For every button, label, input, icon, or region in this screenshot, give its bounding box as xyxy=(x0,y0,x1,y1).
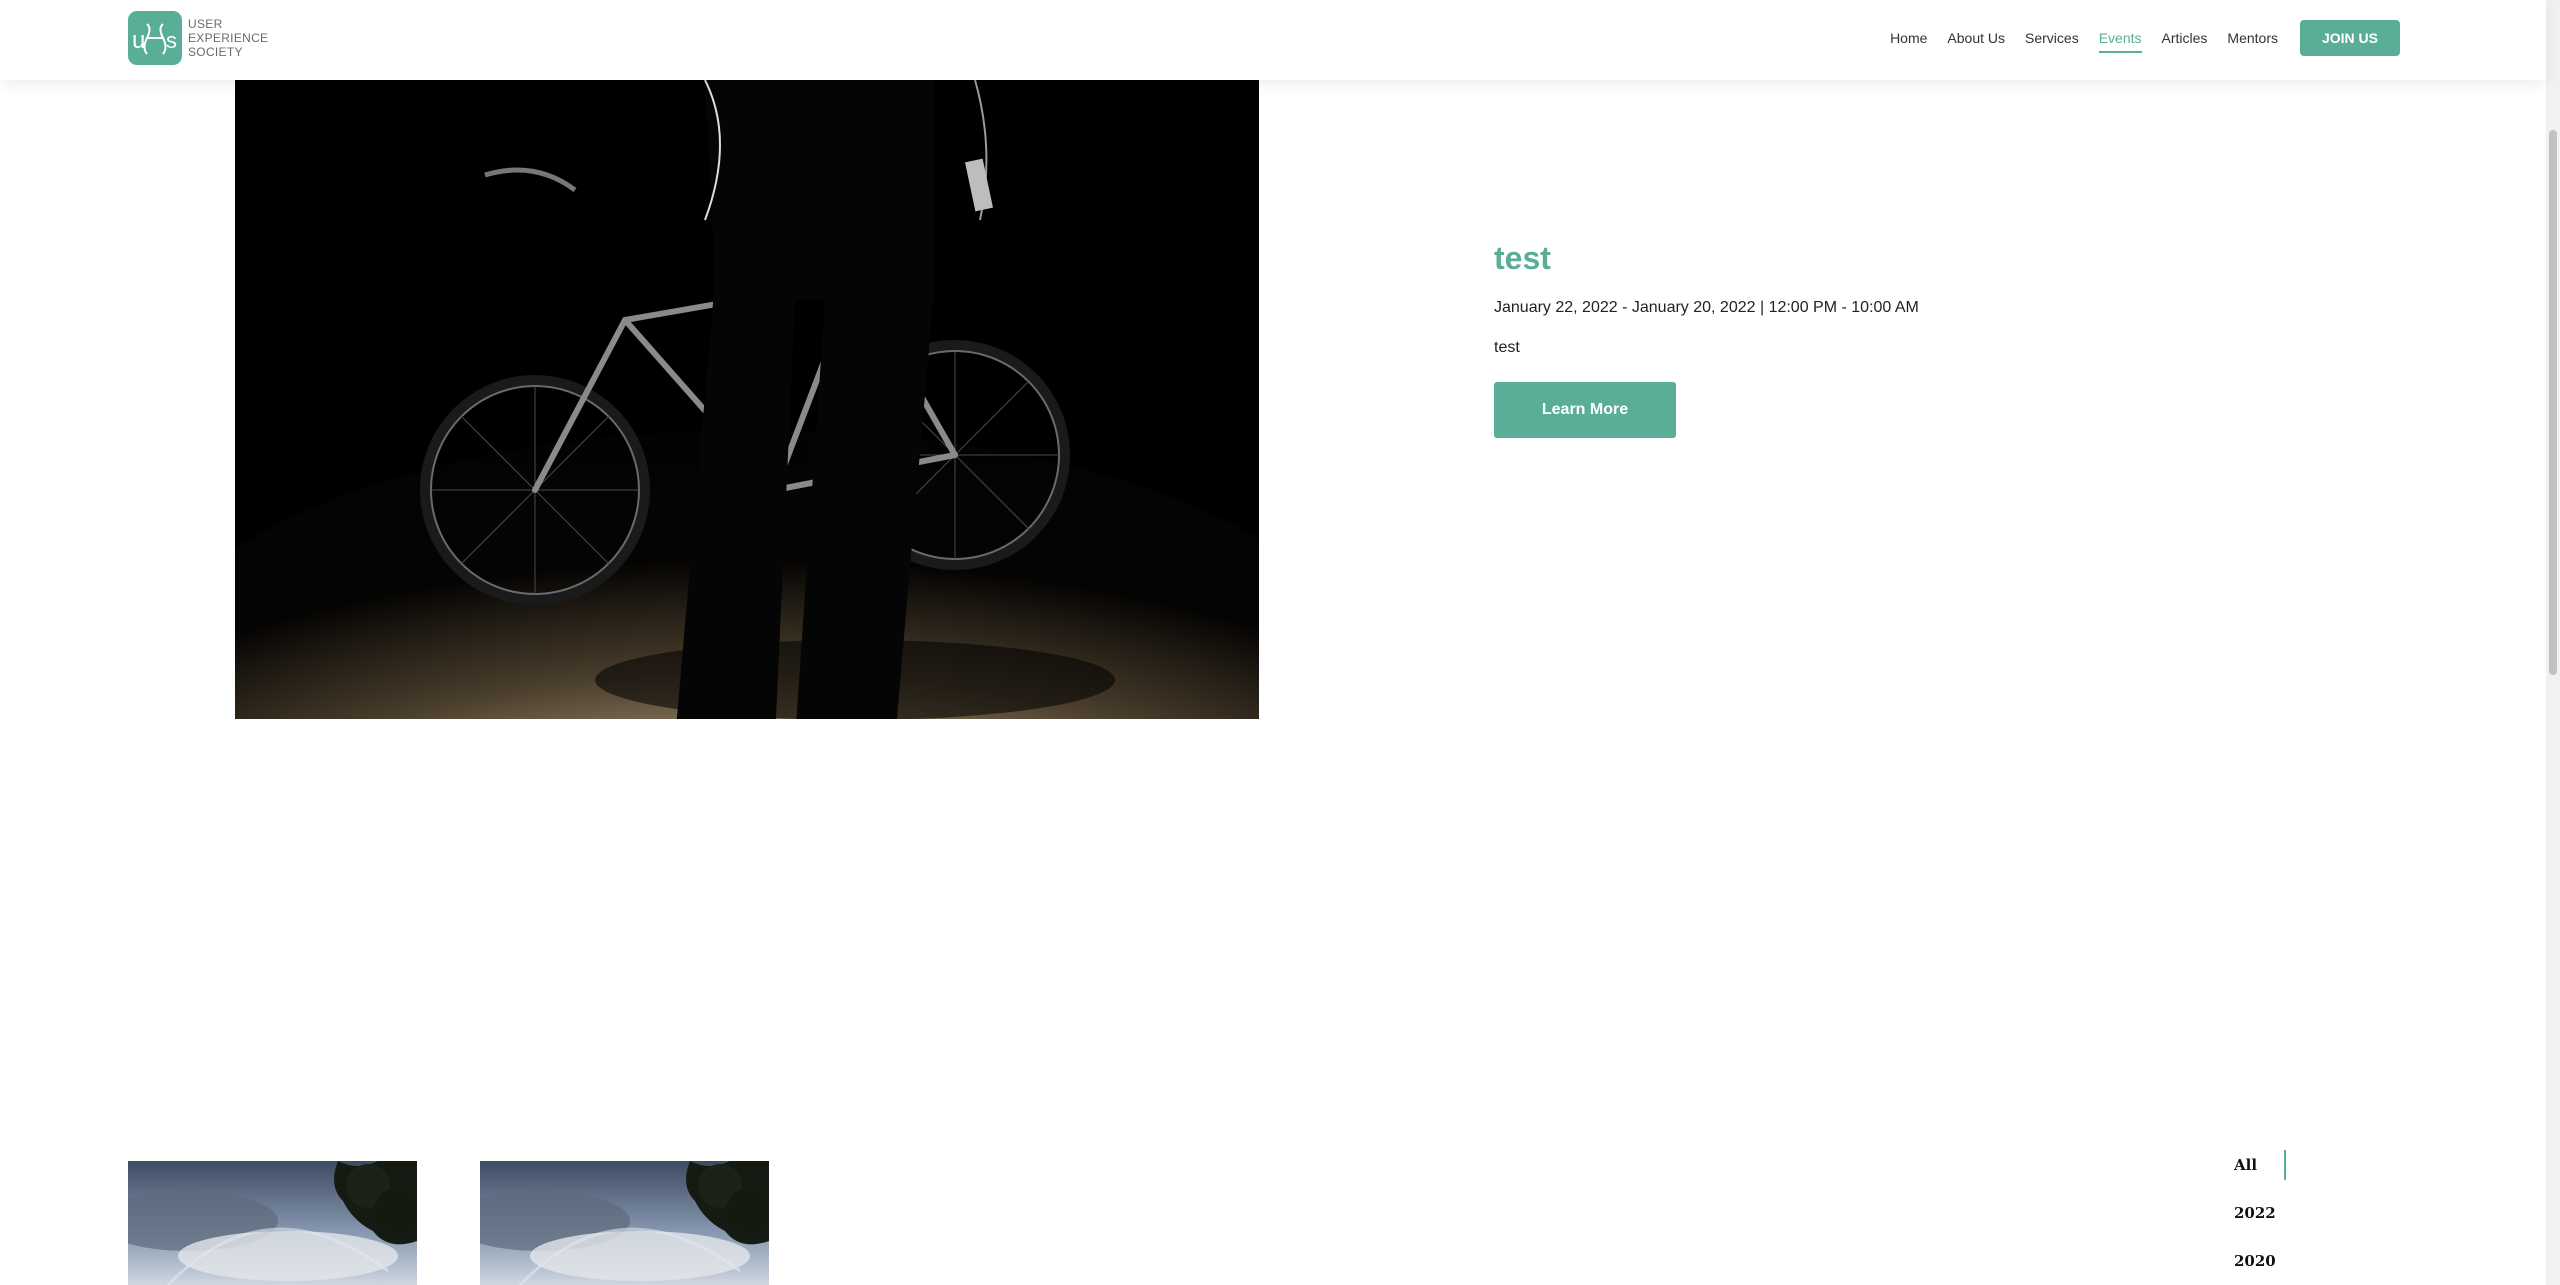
scrollbar-thumb[interactable] xyxy=(2549,130,2557,675)
event-thumbnail[interactable] xyxy=(480,1161,769,1285)
nav-services[interactable]: Services xyxy=(2025,20,2079,56)
page-scrollbar[interactable] xyxy=(2546,0,2560,1285)
filter-2022[interactable]: 2022 xyxy=(2234,1198,2294,1246)
nav-about-us[interactable]: About Us xyxy=(1947,20,2005,56)
event-dates: January 22, 2022 - January 20, 2022 | 12… xyxy=(1494,299,1919,316)
site-header: u s USER EXPERIENCE SOCIETY Home About U… xyxy=(0,0,2546,80)
nav-events[interactable]: Events xyxy=(2098,20,2142,56)
svg-text:u: u xyxy=(132,27,145,54)
main-nav: Home About Us Services Events Articles M… xyxy=(1870,0,2400,76)
svg-text:s: s xyxy=(166,28,177,53)
nav-mentors[interactable]: Mentors xyxy=(2227,20,2278,56)
logo-link[interactable]: u s USER EXPERIENCE SOCIETY xyxy=(128,11,268,65)
logo-text: USER EXPERIENCE SOCIETY xyxy=(188,17,268,59)
uxs-logo-icon: u s xyxy=(128,11,182,65)
event-title[interactable]: test xyxy=(1494,240,2194,277)
join-us-button[interactable]: JOIN US xyxy=(2300,20,2400,56)
event-description: test xyxy=(1494,339,1520,356)
nav-articles[interactable]: Articles xyxy=(2162,20,2208,56)
learn-more-button[interactable]: Learn More xyxy=(1494,382,1676,438)
event-thumbnail[interactable] xyxy=(128,1161,417,1285)
event-info: test January 22, 2022 - January 20, 2022… xyxy=(1494,240,2194,438)
logo-line: SOCIETY xyxy=(188,45,243,59)
filter-all[interactable]: All xyxy=(2234,1150,2294,1198)
logo-line: EXPERIENCE xyxy=(188,31,269,45)
year-filter: All 2022 2020 xyxy=(2234,1150,2294,1285)
nav-home[interactable]: Home xyxy=(1890,20,1927,56)
event-image xyxy=(235,80,1259,719)
filter-2020[interactable]: 2020 xyxy=(2234,1246,2294,1285)
logo-line: USER xyxy=(188,17,223,31)
